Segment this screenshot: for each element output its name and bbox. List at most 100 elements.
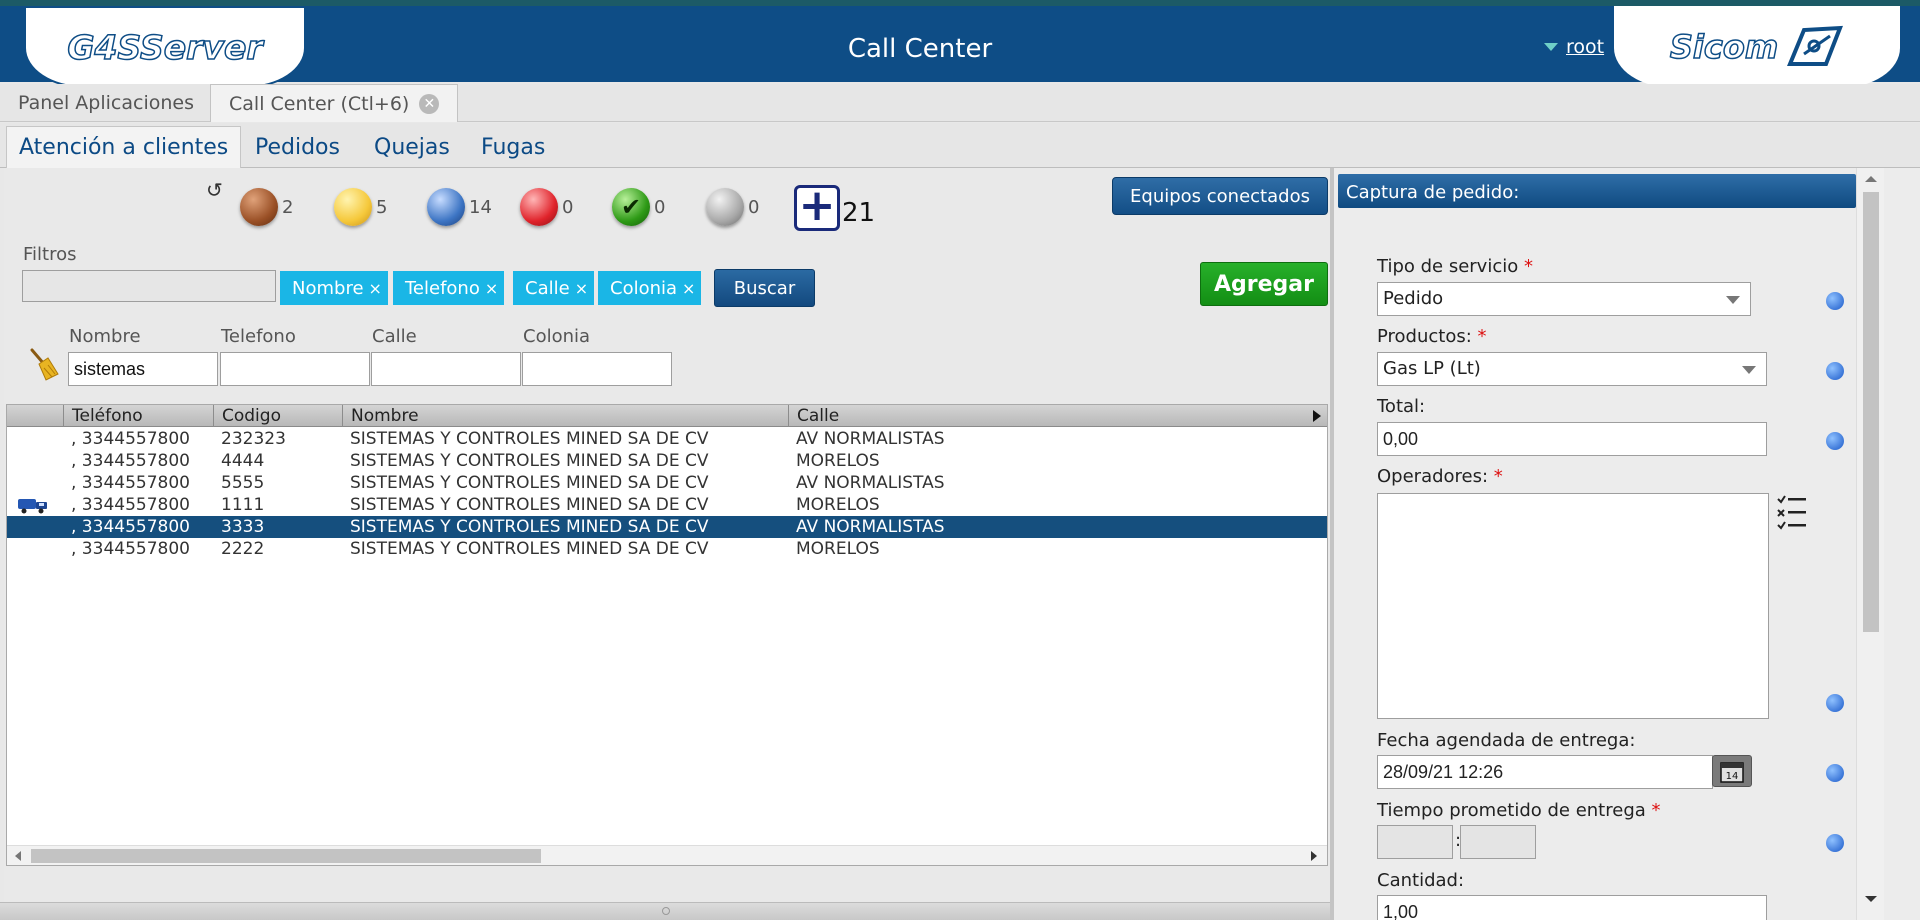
help-icon[interactable] <box>1826 694 1844 712</box>
status-gray[interactable]: 0 <box>706 188 759 226</box>
close-icon[interactable]: × <box>575 279 588 298</box>
calle-input[interactable] <box>371 352 521 386</box>
nombre-input[interactable] <box>68 352 218 386</box>
tipo-servicio-select[interactable]: Pedido <box>1377 282 1751 316</box>
cell-telefono: , 3344557800 <box>71 451 190 471</box>
gray-ball-icon <box>706 188 744 226</box>
section-tabs: Atención a clientes Pedidos Quejas Fugas <box>0 123 1920 168</box>
tiempo-hours-input[interactable] <box>1377 825 1453 859</box>
status-brown[interactable]: 2 <box>240 188 293 226</box>
yellow-ball-icon <box>334 188 372 226</box>
brown-ball-icon <box>240 188 278 226</box>
help-icon[interactable] <box>1826 432 1844 450</box>
status-red[interactable]: 0 <box>520 188 573 226</box>
tab-quejas[interactable]: Quejas <box>362 126 462 168</box>
column-header-codigo[interactable]: Codigo <box>213 405 342 427</box>
telefono-input[interactable] <box>220 352 370 386</box>
chip-label: Telefono <box>405 277 480 299</box>
chip-label: Nombre <box>292 277 364 299</box>
close-icon[interactable]: × <box>485 279 498 298</box>
cantidad-input[interactable] <box>1377 895 1767 920</box>
plus-count: 21 <box>842 198 876 228</box>
help-icon[interactable] <box>1826 292 1844 310</box>
resize-handle-icon[interactable] <box>662 907 670 915</box>
operadores-list[interactable] <box>1377 493 1769 719</box>
chip-label: Calle <box>525 277 570 299</box>
cell-codigo: 3333 <box>221 517 265 537</box>
filter-chip-colonia[interactable]: Colonia × <box>598 271 702 305</box>
tiempo-label: Tiempo prometido de entrega * <box>1377 800 1661 821</box>
table-row[interactable]: , 3344557800 1111 SISTEMAS Y CONTROLES M… <box>7 494 1327 516</box>
status-count: 14 <box>469 196 492 218</box>
tab-call-center[interactable]: Call Center (Ctl+6) ✕ <box>210 84 459 122</box>
cell-nombre: SISTEMAS Y CONTROLES MINED SA DE CV <box>350 517 709 537</box>
productos-select[interactable]: Gas LP (Lt) <box>1377 352 1767 386</box>
add-plus-icon[interactable]: + <box>794 184 840 231</box>
refresh-icon[interactable]: ↺ <box>206 178 223 202</box>
close-icon[interactable]: × <box>682 279 695 298</box>
bottom-resize-bar[interactable] <box>0 902 1330 920</box>
cell-calle: AV NORMALISTAS <box>796 473 945 493</box>
broom-icon[interactable] <box>26 346 62 382</box>
status-count: 2 <box>282 196 294 218</box>
table-row[interactable]: , 3344557800 4444 SISTEMAS Y CONTROLES M… <box>7 450 1327 472</box>
scroll-right-icon[interactable] <box>1311 851 1317 861</box>
column-header-telefono[interactable]: Teléfono <box>63 405 213 427</box>
cell-telefono: , 3344557800 <box>71 495 190 515</box>
calendar-icon[interactable]: 14 <box>1712 755 1752 787</box>
close-icon[interactable]: ✕ <box>419 93 440 114</box>
scrollbar-thumb[interactable] <box>1863 192 1879 632</box>
tab-pedidos[interactable]: Pedidos <box>243 126 352 168</box>
required-marker: * <box>1651 800 1661 821</box>
help-icon[interactable] <box>1826 764 1844 782</box>
agregar-button[interactable]: Agregar <box>1200 262 1328 306</box>
cell-telefono: , 3344557800 <box>71 429 190 449</box>
status-blue[interactable]: 14 <box>427 188 492 226</box>
cantidad-label: Cantidad: <box>1377 870 1465 891</box>
help-icon[interactable] <box>1826 834 1844 852</box>
tab-fugas[interactable]: Fugas <box>469 126 557 168</box>
status-green[interactable]: ✔ 0 <box>612 188 665 226</box>
scroll-left-icon[interactable] <box>15 851 21 861</box>
cell-calle: AV NORMALISTAS <box>796 429 945 449</box>
customers-table: Teléfono Codigo Nombre Calle , 334455780… <box>6 404 1328 866</box>
fecha-input[interactable] <box>1377 755 1713 789</box>
filter-chip-calle[interactable]: Calle × <box>513 271 595 305</box>
scroll-up-icon[interactable] <box>1865 176 1877 182</box>
status-yellow[interactable]: 5 <box>334 188 387 226</box>
column-header-calle[interactable]: Calle <box>788 405 1288 427</box>
chip-label: Colonia <box>610 277 678 299</box>
filter-chip-telefono[interactable]: Telefono × <box>393 271 505 305</box>
help-icon[interactable] <box>1826 362 1844 380</box>
tiempo-minutes-input[interactable] <box>1460 825 1536 859</box>
buscar-button[interactable]: Buscar <box>714 269 815 307</box>
total-input[interactable] <box>1377 422 1767 456</box>
vertical-scrollbar[interactable] <box>1856 168 1884 920</box>
productos-label: Productos: * <box>1377 326 1487 347</box>
checklist-icon[interactable] <box>1776 494 1808 534</box>
tab-label: Panel Aplicaciones <box>18 92 194 114</box>
cell-codigo: 2222 <box>221 539 265 559</box>
tab-atencion-clientes[interactable]: Atención a clientes <box>6 126 242 168</box>
table-row[interactable]: , 3344557800 5555 SISTEMAS Y CONTROLES M… <box>7 472 1327 494</box>
colonia-input[interactable] <box>522 352 672 386</box>
equipos-conectados-button[interactable]: Equipos conectados <box>1112 177 1328 215</box>
table-row[interactable]: , 3344557800 2222 SISTEMAS Y CONTROLES M… <box>7 538 1327 560</box>
user-menu[interactable]: root <box>1544 36 1604 58</box>
app-header: G4SServer Call Center root Sicom <box>0 0 1920 88</box>
filter-input[interactable] <box>22 270 276 302</box>
close-icon[interactable]: × <box>369 279 382 298</box>
horizontal-scrollbar[interactable] <box>7 845 1327 865</box>
total-label: Total: <box>1377 396 1426 417</box>
scroll-down-icon[interactable] <box>1865 896 1877 902</box>
filter-chip-nombre[interactable]: Nombre × <box>280 271 388 305</box>
scroll-columns-right-icon[interactable] <box>1313 410 1321 422</box>
scrollbar-thumb[interactable] <box>31 849 541 863</box>
table-row[interactable]: , 3344557800 232323 SISTEMAS Y CONTROLES… <box>7 428 1327 450</box>
column-header-nombre[interactable]: Nombre <box>342 405 788 427</box>
cell-telefono: , 3344557800 <box>71 473 190 493</box>
user-name-link[interactable]: root <box>1566 36 1604 58</box>
tab-panel-aplicaciones[interactable]: Panel Aplicaciones <box>0 84 212 122</box>
sicom-emblem-icon <box>1787 25 1844 66</box>
table-row-selected[interactable]: , 3344557800 3333 SISTEMAS Y CONTROLES M… <box>7 516 1327 538</box>
